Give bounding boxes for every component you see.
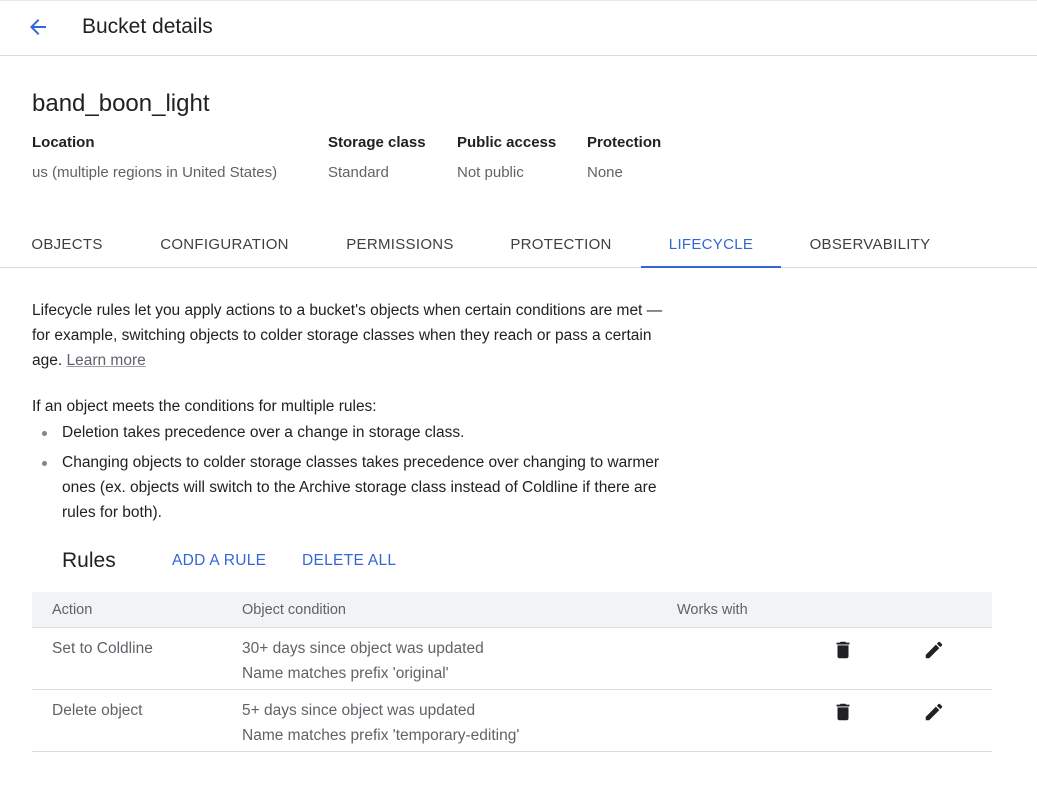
tab-permissions[interactable]: PERMISSIONS (346, 222, 453, 267)
rule-action: Delete object (52, 702, 143, 719)
back-button[interactable] (22, 13, 54, 41)
conditions-intro: If an object meets the conditions for mu… (32, 398, 377, 415)
bucket-name: band_boon_light (32, 90, 210, 117)
info-label: Protection (587, 134, 662, 151)
info-value: Not public (457, 164, 524, 181)
bucket-details-page: Bucket details band_boon_light Location … (0, 0, 1037, 785)
list-item: Changing objects to colder storage class… (32, 450, 682, 525)
condition-line: 30+ days since object was updated (242, 640, 484, 657)
edit-rule-button[interactable] (922, 700, 946, 724)
info-value: Standard (328, 164, 389, 181)
info-public-access: Public access Not public (457, 133, 556, 183)
precedence-list: Deletion takes precedence over a change … (32, 420, 682, 525)
column-header-works-with: Works with (677, 602, 748, 618)
delete-rule-button[interactable] (831, 638, 855, 662)
learn-more-link[interactable]: Learn more (66, 352, 145, 369)
tab-lifecycle[interactable]: LIFECYCLE (641, 222, 781, 268)
rule-condition: 5+ days since object was updated Name ma… (242, 698, 519, 748)
add-rule-button[interactable]: ADD A RULE (172, 551, 266, 571)
info-label: Location (32, 134, 95, 151)
condition-line: Name matches prefix 'temporary-editing' (242, 727, 520, 744)
pencil-icon (925, 703, 943, 721)
table-row: Delete object 5+ days since object was u… (32, 690, 992, 752)
tab-objects[interactable]: OBJECTS (31, 222, 102, 267)
delete-rule-button[interactable] (831, 700, 855, 724)
info-label: Storage class (328, 134, 426, 151)
rules-heading: Rules (62, 549, 116, 572)
arrow-back-icon (30, 19, 46, 35)
rule-condition: 30+ days since object was updated Name m… (242, 636, 484, 686)
tab-observability[interactable]: OBSERVABILITY (810, 222, 931, 267)
info-value: us (multiple regions in United States) (32, 164, 278, 181)
rules-table: Action Object condition Works with Set t… (32, 592, 992, 752)
tab-bar: OBJECTS CONFIGURATION PERMISSIONS PROTEC… (0, 222, 1037, 268)
tab-protection[interactable]: PROTECTION (510, 222, 611, 267)
tab-configuration[interactable]: CONFIGURATION (160, 222, 288, 267)
list-item: Deletion takes precedence over a change … (32, 420, 682, 445)
edit-rule-button[interactable] (922, 638, 946, 662)
info-value: None (587, 164, 623, 181)
condition-line: 5+ days since object was updated (242, 702, 476, 719)
table-row: Set to Coldline 30+ days since object wa… (32, 628, 992, 690)
lifecycle-description: Lifecycle rules let you apply actions to… (32, 298, 672, 373)
rule-action: Set to Coldline (52, 640, 153, 657)
trash-icon (836, 641, 850, 659)
trash-icon (836, 703, 850, 721)
pencil-icon (925, 641, 943, 659)
page-header: Bucket details (0, 0, 1037, 56)
rule-precedence-info: If an object meets the conditions for mu… (32, 394, 682, 530)
page-title: Bucket details (82, 15, 213, 38)
condition-line: Name matches prefix 'original' (242, 665, 449, 682)
column-header-action: Action (52, 602, 93, 618)
table-header: Action Object condition Works with (32, 592, 992, 628)
column-header-condition: Object condition (242, 602, 346, 618)
info-storage-class: Storage class Standard (328, 133, 426, 183)
delete-all-button[interactable]: DELETE ALL (302, 551, 396, 571)
info-protection: Protection None (587, 133, 661, 183)
info-label: Public access (457, 134, 557, 151)
info-location: Location us (multiple regions in United … (32, 133, 277, 183)
